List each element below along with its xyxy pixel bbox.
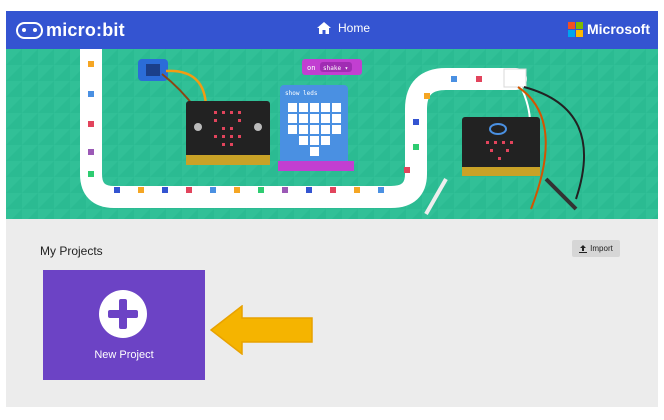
upload-icon bbox=[579, 244, 588, 253]
microbit-badge-icon bbox=[16, 21, 43, 39]
plus-icon bbox=[99, 290, 147, 338]
microsoft-squares-icon bbox=[568, 21, 583, 37]
new-project-card[interactable]: New Project bbox=[43, 270, 205, 380]
new-project-label: New Project bbox=[94, 349, 154, 361]
block-param-text: shake ▾ bbox=[323, 65, 348, 72]
microbit-logo[interactable]: micro:bit bbox=[16, 19, 125, 41]
block-event-text: on bbox=[307, 64, 315, 72]
hero-banner: on shake ▾ show leds bbox=[6, 49, 658, 219]
import-label: Import bbox=[590, 244, 613, 253]
home-icon bbox=[317, 22, 331, 34]
microsoft-label: Microsoft bbox=[587, 21, 650, 37]
brand-name: micro:bit bbox=[46, 19, 125, 40]
microsoft-logo[interactable]: Microsoft bbox=[568, 21, 650, 37]
top-bar: micro:bit Home Microsoft bbox=[6, 11, 658, 49]
home-button[interactable]: Home bbox=[317, 21, 370, 35]
block-show-text: show leds bbox=[285, 90, 318, 97]
hero-illustration: on shake ▾ show leds bbox=[6, 49, 658, 219]
home-label: Home bbox=[338, 21, 371, 35]
main-area: My Projects Import New Project bbox=[6, 219, 658, 407]
arrow-left-icon bbox=[210, 305, 313, 355]
import-button[interactable]: Import bbox=[572, 240, 620, 257]
section-title: My Projects bbox=[40, 244, 103, 258]
